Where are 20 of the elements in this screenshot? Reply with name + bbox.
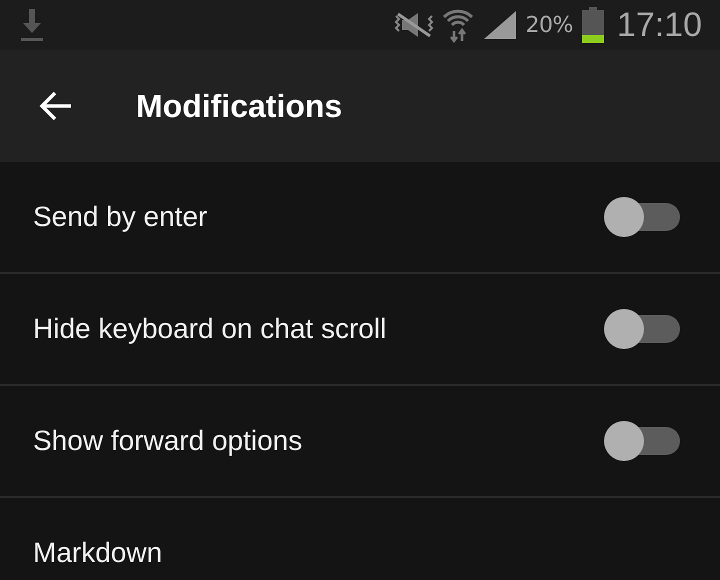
signal-icon <box>482 9 518 41</box>
setting-label: Hide keyboard on chat scroll <box>33 313 388 345</box>
download-icon <box>18 7 46 43</box>
setting-label: Show forward options <box>33 425 304 457</box>
settings-row[interactable]: Hide keyboard on chat scroll <box>0 274 720 386</box>
settings-row[interactable]: Markdown <box>0 498 720 580</box>
settings-row[interactable]: Show forward options <box>0 386 720 498</box>
wifi-icon <box>442 7 474 43</box>
back-arrow-icon <box>39 91 73 121</box>
screen-title: Modifications <box>136 88 342 124</box>
toggle-switch[interactable] <box>604 421 680 461</box>
toggle-switch[interactable] <box>604 309 680 349</box>
setting-label: Markdown <box>33 537 164 569</box>
settings-row[interactable]: Send by enter <box>0 162 720 274</box>
toggle-switch[interactable] <box>604 197 680 237</box>
status-time: 17:10 <box>616 6 702 44</box>
mute-icon <box>394 10 434 40</box>
battery-icon <box>580 7 605 43</box>
battery-percentage: 20% <box>526 12 573 38</box>
setting-label: Send by enter <box>33 201 208 233</box>
